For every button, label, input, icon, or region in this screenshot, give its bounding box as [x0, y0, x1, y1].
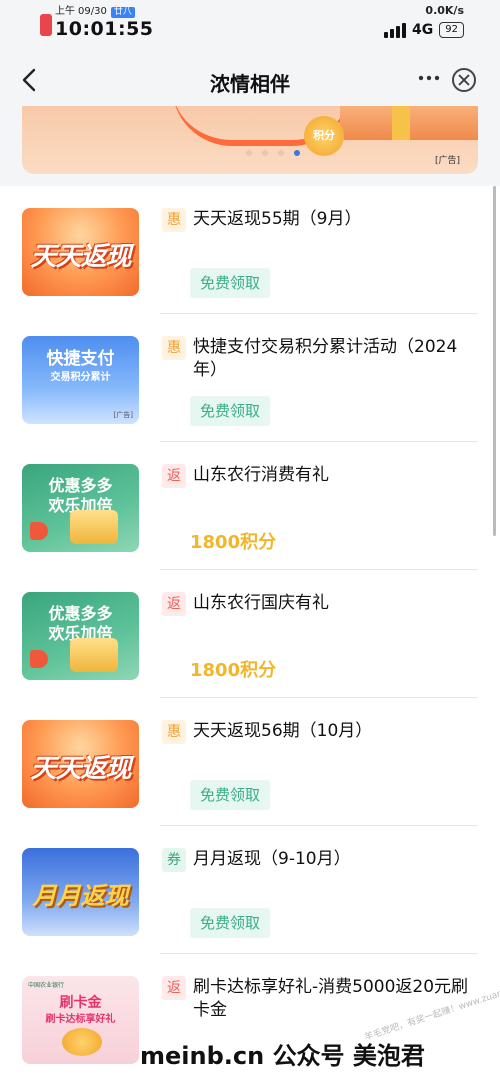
tag-badge: 惠 [162, 720, 186, 744]
more-button[interactable] [418, 68, 440, 91]
status-period: 上午 [55, 6, 75, 17]
item-thumbnail: 月月返现 [22, 848, 139, 936]
status-time: 10:01:55 [55, 18, 154, 40]
list-item[interactable]: 优惠多多 欢乐加倍 返 山东农行消费有礼 1800积分 [0, 442, 500, 570]
item-points: 1800积分 [190, 660, 277, 681]
network-type: 4G [412, 22, 434, 38]
status-bar: 上午 09/30 廿八 10:01:55 0.0K/s 4G 92 [0, 0, 500, 44]
item-thumbnail: 快捷支付 交易积分累计 [广告] [22, 336, 139, 424]
item-title: 天天返现56期（10月） [193, 721, 373, 741]
status-date: 09/30 [78, 6, 107, 17]
carousel-dot[interactable] [246, 150, 252, 156]
banner-points-coin: 积分 [304, 116, 344, 156]
carousel-dot[interactable] [262, 150, 268, 156]
battery-icon: 92 [439, 22, 464, 38]
gift-icon [70, 510, 118, 544]
list-item[interactable]: 月月返现 券 月月返现（9-10月） 免费领取 [0, 826, 500, 954]
item-title: 快捷支付交易积分累计活动（2024年） [193, 337, 458, 380]
claim-button[interactable]: 免费领取 [190, 268, 271, 298]
list-item[interactable]: 优惠多多 欢乐加倍 返 山东农行国庆有礼 1800积分 [0, 570, 500, 698]
item-thumbnail: 优惠多多 欢乐加倍 [22, 592, 139, 680]
scrollbar[interactable] [493, 186, 496, 536]
megaphone-icon [30, 522, 48, 540]
item-title: 山东农行消费有礼 [193, 465, 329, 485]
signal-icon [382, 22, 407, 38]
claim-button[interactable]: 免费领取 [190, 780, 271, 810]
status-bar-left: 上午 09/30 廿八 10:01:55 [40, 6, 154, 40]
banner-gift-ribbon [392, 106, 410, 140]
item-thumbnail: 天天返现 [22, 208, 139, 296]
carousel-dot[interactable] [278, 150, 284, 156]
gift-icon [70, 638, 118, 672]
item-title: 山东农行国庆有礼 [193, 593, 329, 613]
coins-icon [62, 1028, 102, 1056]
activity-list: 天天返现 惠 天天返现55期（9月） 免费领取 快捷支付 交易积分累计 [广告]… [0, 186, 500, 1082]
tag-badge: 返 [162, 976, 186, 1000]
banner-carousel[interactable]: 积分 [广告] [22, 106, 478, 174]
app-notification-icon [40, 14, 52, 36]
status-lunar-badge: 廿八 [110, 6, 135, 18]
tag-badge: 返 [162, 464, 186, 488]
banner-ad-label: [广告] [434, 156, 460, 166]
tag-badge: 券 [162, 848, 186, 872]
item-title: 月月返现（9-10月） [193, 849, 351, 869]
item-thumbnail: 中国农业银行 刷卡金 刷卡达标享好礼 [22, 976, 139, 1064]
claim-button[interactable]: 免费领取 [190, 396, 271, 426]
list-item[interactable]: 天天返现 惠 天天返现56期（10月） 免费领取 [0, 698, 500, 826]
item-title: 天天返现55期（9月） [193, 209, 362, 229]
close-button[interactable] [452, 68, 476, 92]
megaphone-icon [30, 650, 48, 668]
list-item[interactable]: 快捷支付 交易积分累计 [广告] 惠 快捷支付交易积分累计活动（2024年） 免… [0, 314, 500, 442]
tag-badge: 返 [162, 592, 186, 616]
item-points: 1800积分 [190, 532, 277, 553]
list-item[interactable]: 天天返现 惠 天天返现55期（9月） 免费领取 [0, 186, 500, 314]
carousel-indicator [246, 150, 310, 156]
tag-badge: 惠 [162, 336, 186, 360]
screen: 上午 09/30 廿八 10:01:55 0.0K/s 4G 92 浓情相伴 积… [0, 0, 500, 1082]
carousel-dot-active[interactable] [294, 150, 300, 156]
watermark: meinb.cn 公众号 美泡君 [140, 1042, 425, 1070]
net-speed: 0.0K/s [425, 4, 464, 17]
more-dots-icon [418, 75, 440, 81]
claim-button[interactable]: 免费领取 [190, 908, 271, 938]
item-thumbnail: 优惠多多 欢乐加倍 [22, 464, 139, 552]
item-thumbnail: 天天返现 [22, 720, 139, 808]
tag-badge: 惠 [162, 208, 186, 232]
status-bar-right: 0.0K/s 4G 92 [382, 4, 464, 38]
